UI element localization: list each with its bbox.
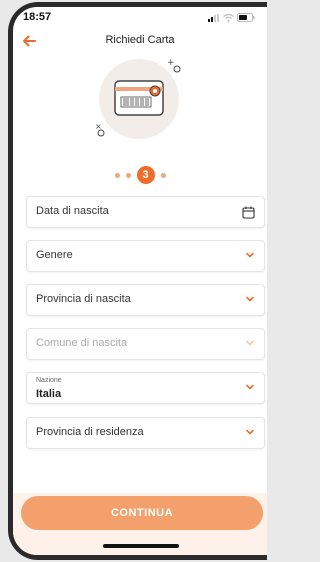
header: Richiedi Carta (13, 29, 267, 55)
chevron-down-icon (246, 429, 254, 435)
card-illustration: + × (95, 58, 181, 139)
wifi-icon (223, 13, 234, 22)
gender-label: Genere (36, 249, 73, 261)
page-title: Richiedi Carta (105, 34, 175, 46)
step-indicator: 3 (13, 165, 267, 185)
battery-icon (237, 13, 255, 22)
nation-value: Italia (36, 388, 62, 400)
nation-label: Nazione (36, 377, 62, 384)
birth-province-select[interactable]: Provincia di nascita (26, 284, 265, 316)
status-time: 18:57 (23, 11, 52, 23)
gender-select[interactable]: Genere (26, 240, 265, 272)
calendar-icon (242, 206, 255, 219)
chevron-down-icon (246, 340, 254, 346)
svg-text:+: + (167, 58, 175, 68)
continue-button[interactable]: CONTINUA (21, 496, 263, 530)
birth-municipality-label: Comune di nascita (36, 337, 128, 349)
residence-province-select[interactable]: Provincia di residenza (26, 417, 265, 449)
signal-icon (208, 13, 219, 22)
chevron-down-icon (246, 252, 254, 258)
app-screen: 18:57 Richiedi Carta + × 3 Data di nasci… (13, 7, 267, 555)
status-bar: 18:57 (13, 7, 267, 29)
nation-select[interactable]: Nazione Italia (26, 372, 265, 404)
home-indicator[interactable] (103, 544, 179, 548)
step-dot (160, 172, 166, 178)
chevron-down-icon (246, 296, 254, 302)
active-step: 3 (136, 166, 155, 184)
birth-municipality-select[interactable]: Comune di nascita (26, 328, 265, 360)
birth-date-label: Data di nascita (36, 205, 109, 217)
step-dot (125, 172, 131, 178)
status-icons (208, 13, 255, 22)
chevron-down-icon (246, 384, 254, 390)
birth-province-label: Provincia di nascita (36, 293, 131, 305)
residence-province-label: Provincia di residenza (36, 426, 144, 438)
step-dot (114, 172, 120, 178)
birth-date-field[interactable]: Data di nascita (26, 196, 265, 228)
